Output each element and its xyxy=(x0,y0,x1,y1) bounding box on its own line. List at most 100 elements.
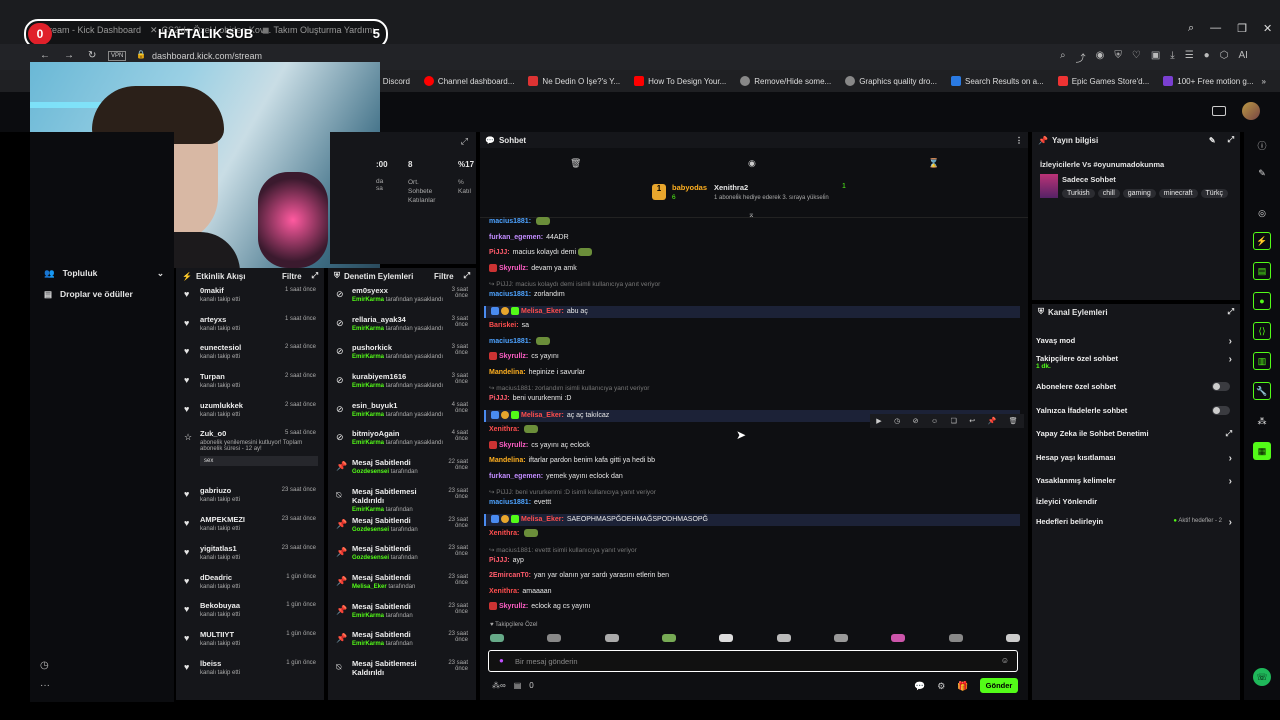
moderation-row[interactable]: 📌 Mesaj Sabitlendi Melisa_Eker tarafından 2… xyxy=(328,571,476,600)
chat-username[interactable]: Skyrullz: xyxy=(499,265,528,272)
activity-row[interactable]: ♥ AMPEKMEZI kanalı takip etti 23 saat önce xyxy=(176,513,324,542)
activity-row[interactable]: ☆ Zuk_o0 abonelik yenilemesini kutluyor! T… xyxy=(176,427,324,484)
maximize-icon[interactable]: ❐ xyxy=(1237,22,1247,35)
toggle-switch[interactable] xyxy=(1212,406,1230,415)
moderation-row[interactable]: ⊘ kurabiyem1616 EmirKarma tarafından yasak… xyxy=(328,370,476,399)
activity-row[interactable]: ♥ yigitatlas1 kanalı takip etti 23 saat önc… xyxy=(176,542,324,571)
emote-icon[interactable] xyxy=(604,634,619,642)
add-icon[interactable]: ▦ xyxy=(1253,442,1271,460)
expand-icon[interactable]: ⤢ xyxy=(312,271,318,281)
edit-icon[interactable]: ✎ xyxy=(1209,136,1216,145)
trash-icon[interactable]: 🗑 xyxy=(570,158,581,169)
bookmark-channel-dashboard[interactable]: Channel dashboard... xyxy=(423,76,514,86)
ban-icon[interactable]: ⊘ xyxy=(913,417,919,425)
reply-context[interactable]: ↪ PiJJJ: macius kolaydı demi isimli kull… xyxy=(489,280,660,290)
bookmark-ne-dedin[interactable]: Ne Dedin O İşe?'s Y... xyxy=(528,76,620,86)
bookmark-how-to-design[interactable]: How To Design Your... xyxy=(634,76,726,86)
chat-bubble-icon[interactable]: 💬 xyxy=(914,681,925,692)
cube-icon[interactable]: ▣ xyxy=(1151,50,1160,65)
reply-context[interactable]: ↪ macius1881: zorlandım isimli kullanıcı… xyxy=(489,384,649,394)
target-icon[interactable]: ◎ xyxy=(1253,204,1271,222)
bookmark-epic-games[interactable]: Epic Games Store'd... xyxy=(1057,76,1149,86)
expand-icon[interactable]: ⤢ xyxy=(1228,307,1234,317)
more-bookmarks-icon[interactable]: » xyxy=(1262,77,1266,86)
toggle-switch[interactable] xyxy=(1212,382,1230,391)
chat-message[interactable]: Mandelina: hepinize i savurlar xyxy=(489,368,585,378)
chat-message[interactable]: 2EmircanT0: yarı yar olanın yar sardı yar… xyxy=(489,571,669,581)
people-icon[interactable]: ⁂ xyxy=(1253,412,1271,430)
clock-icon[interactable]: ◷ xyxy=(40,660,49,671)
shield-icon[interactable]: ⛨ xyxy=(1114,50,1122,65)
info-icon[interactable]: ⓘ xyxy=(1253,136,1271,154)
chat-username[interactable]: 2EmircanT0: xyxy=(489,572,531,579)
chat-input[interactable]: ● Bir mesaj gönderin ☺ xyxy=(488,650,1018,672)
pin-icon[interactable]: 📌 xyxy=(988,417,997,425)
chat-message[interactable]: Skyrullz: cs yayını aç eclock xyxy=(489,440,590,451)
activity-row[interactable]: ♥ MULTIIYT kanalı takip etti 1 gün önce xyxy=(176,628,324,657)
kebab-menu-icon[interactable]: ⋮ xyxy=(1015,136,1023,145)
avatar[interactable] xyxy=(1242,102,1260,120)
hourglass-icon[interactable]: ⌛ xyxy=(928,158,939,169)
edit-icon[interactable]: ✎ xyxy=(1253,164,1271,182)
minimize-icon[interactable]: — xyxy=(1210,22,1221,35)
chat-username[interactable]: Bariskei: xyxy=(489,322,519,329)
chat-message[interactable]: furkan_egemen: yemek yayını eclock dan xyxy=(489,472,623,482)
activity-row[interactable]: ♥ Bekobuyaa kanalı takip etti 1 gün önce xyxy=(176,599,324,628)
chat-username[interactable]: Mandelina: xyxy=(489,457,526,464)
activity-row[interactable]: ♥ dDeadric kanalı takip etti 1 gün önce xyxy=(176,571,324,600)
chat-username[interactable]: Skyrullz: xyxy=(499,353,528,360)
sidebar-item-community[interactable]: 👥 Topluluk ⌄ xyxy=(44,268,164,279)
chat-username[interactable]: furkan_egemen: xyxy=(489,473,543,480)
chat-message[interactable]: Xenithra: amaaaan xyxy=(489,587,552,597)
moderation-row[interactable]: 📌 Mesaj Sabitlendi Gozdesensei tarafından 2… xyxy=(328,456,476,485)
chat-username[interactable]: macius1881: xyxy=(489,291,531,298)
document-icon[interactable]: ▤ xyxy=(1253,262,1271,280)
emote-icon[interactable] xyxy=(719,634,734,642)
activity-row[interactable]: ♥ uzumlukkek kanalı takip etti 2 saat önce xyxy=(176,399,324,428)
chat-message[interactable]: Bariskei: sa xyxy=(489,321,529,331)
chat-username[interactable]: Skyrullz: xyxy=(499,442,528,449)
chat-message[interactable]: Xenithra: xyxy=(489,425,539,435)
chat-message[interactable]: Skyrullz: cs yayını xyxy=(489,352,559,362)
channel-action-0[interactable]: Yavaş mod › xyxy=(1036,336,1236,347)
chat-username[interactable]: Xenithra: xyxy=(489,530,519,537)
chat-message[interactable]: macius1881: xyxy=(489,336,551,347)
chat-message[interactable]: Melisa_Eker: SAEOPHMASPĞOEHMAĞSPODHMASOPĞ xyxy=(484,513,1020,526)
chat-username[interactable]: Xenithra: xyxy=(489,426,519,433)
emote-icon[interactable] xyxy=(1005,634,1020,642)
channel-action-6[interactable]: Yasaklanmış kelimeler › xyxy=(1036,476,1236,487)
channel-action-2[interactable]: Abonelere özel sohbet xyxy=(1036,382,1236,391)
forward-icon[interactable]: → xyxy=(64,50,74,61)
moderation-filter-button[interactable]: Filtre xyxy=(434,272,454,281)
chat-username[interactable]: Melisa_Eker: xyxy=(521,308,564,315)
chat-message[interactable]: Skyrullz: eclock ag cs yayını xyxy=(489,602,590,612)
emote-icon[interactable]: ☺ xyxy=(931,418,938,425)
chat-username[interactable]: macius1881: xyxy=(489,338,531,345)
lightning-icon[interactable]: ⚡ xyxy=(1253,232,1271,250)
channel-action-4[interactable]: Yapay Zeka ile Sohbet Denetimi ⤢ xyxy=(1036,429,1236,438)
channel-action-5[interactable]: Hesap yaşı kısıtlaması › xyxy=(1036,453,1236,464)
mic-icon[interactable]: ● xyxy=(499,656,504,665)
chat-username[interactable]: macius1881: xyxy=(489,499,531,506)
reply-context[interactable]: ↪ macius1881: evettt isimli kullanıcıya … xyxy=(489,546,637,556)
activity-filter-button[interactable]: Filtre xyxy=(282,272,302,281)
play-icon[interactable]: ▶ xyxy=(876,417,881,425)
activity-row[interactable]: ♥ lbeiss kanalı takip etti 1 gün önce xyxy=(176,657,324,686)
moderation-row[interactable]: 📌 Mesaj Sabitlendi EmirKarma tarafından 23 … xyxy=(328,628,476,657)
bookmark-graphics[interactable]: Graphics quality dro... xyxy=(845,76,937,86)
timeout-icon[interactable]: ◷ xyxy=(894,417,900,425)
copy-icon[interactable]: ❏ xyxy=(951,417,957,425)
code-icon[interactable]: ⟨⟩ xyxy=(1253,322,1271,340)
chat-username[interactable]: Xenithra: xyxy=(489,588,519,595)
theater-icon[interactable] xyxy=(1212,106,1226,116)
moderation-row[interactable]: ⊘ rellaria_ayak34 EmirKarma tarafından yas… xyxy=(328,313,476,342)
zoom-icon[interactable]: ⌕ xyxy=(1060,50,1066,65)
chat-username[interactable]: PiJJJ: xyxy=(489,249,510,256)
chat-username[interactable]: Skyrullz: xyxy=(499,603,528,610)
chat-username[interactable]: Mandelina: xyxy=(489,369,526,376)
moderation-row[interactable]: 📌 Mesaj Sabitlendi Gozdesensei tarafından 2… xyxy=(328,514,476,543)
expand-icon[interactable]: ⤢ xyxy=(1228,135,1234,145)
moderation-row[interactable]: ⍉ Mesaj Sabitlemesi Kaldırıldı EmirKarma t… xyxy=(328,485,476,514)
moderation-row[interactable]: ⊘ bitmiyoAgain EmirKarma tarafından yasakl… xyxy=(328,427,476,456)
chat-username[interactable]: Melisa_Eker: xyxy=(521,516,564,523)
